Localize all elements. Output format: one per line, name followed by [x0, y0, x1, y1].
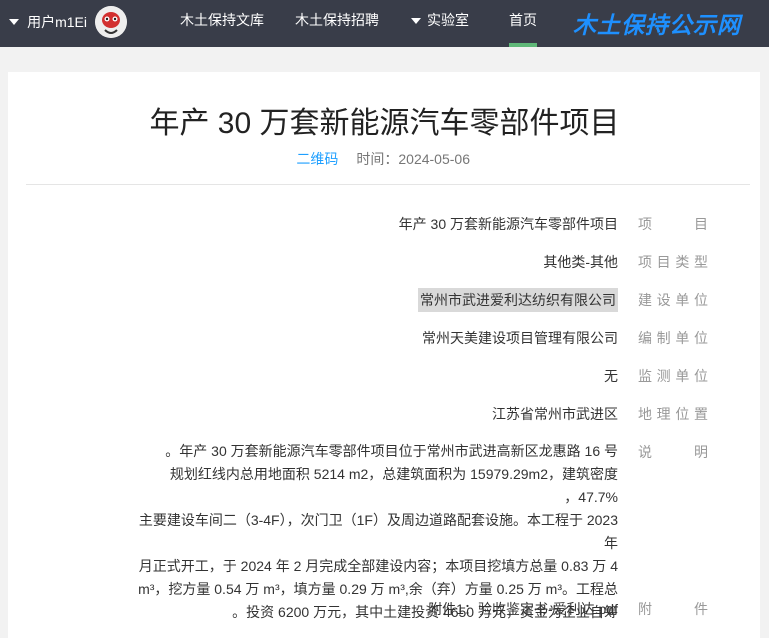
field-label: 附件 — [638, 601, 708, 617]
user-menu[interactable]: 用户m1Ei — [9, 5, 127, 39]
qrcode-link[interactable]: 二维码 — [296, 149, 338, 169]
field-label: 建设单位 — [638, 292, 708, 308]
chevron-down-icon — [9, 19, 20, 25]
field-value: 年产 30 万套新能源汽车零部件项目 — [398, 216, 618, 232]
description-line: 4 月正式开工，于 2024 年 2 月完成全部建设内容；本项目挖填方总量 0.… — [138, 558, 618, 574]
field-label: 编制单位 — [638, 330, 708, 346]
divider — [26, 184, 750, 185]
article-meta: 时间：2024-05-06 二维码 — [296, 149, 470, 169]
field-value: 江苏省常州市武进区 — [492, 406, 618, 422]
chevron-down-icon — [411, 18, 421, 25]
attachment-link[interactable]: 附件1：验收鉴定书-爱利达.pdf — [428, 597, 618, 621]
nav-library[interactable]: 木土保持文库 — [180, 0, 264, 47]
article-card: 年产 30 万套新能源汽车零部件项目 时间：2024-05-06 二维码 项目 … — [8, 72, 760, 638]
nav-home[interactable]: 首页 — [509, 0, 537, 47]
field-value-highlighted: 常州市武进爱利达纺织有限公司 — [418, 288, 618, 312]
description-line: 年产 30 万套新能源汽车零部件项目位于常州市武进高新区龙惠路 16 号。 — [165, 443, 618, 459]
avatar — [95, 6, 127, 38]
field-value: 无 — [604, 368, 618, 384]
avatar-image-icon — [95, 6, 127, 38]
field-label: 项目 — [638, 216, 708, 232]
description-line: 规划红线内总用地面积 5214 m2，总建筑面积为 15979.29m2，建筑密… — [169, 466, 618, 505]
top-navbar: 木土保持公示网 首页 实验室 木土保持招聘 木土保持文库 用户m1Ei — [0, 0, 769, 47]
publish-time: 时间：2024-05-06 — [356, 149, 470, 169]
nav-lab-label: 实验室 — [427, 12, 469, 28]
field-value: 常州天美建设项目管理有限公司 — [422, 330, 618, 346]
site-logo[interactable]: 木土保持公示网 — [573, 6, 741, 40]
publish-time-value: 2024-05-06 — [398, 151, 470, 167]
description-line: 主要建设车间二（3-4F），次门卫（1F）及周边道路配套设施。本工程于 2023… — [138, 512, 618, 551]
nav-lab-dropdown[interactable]: 实验室 — [411, 0, 469, 47]
field-label: 说明 — [638, 444, 708, 460]
nav-recruit[interactable]: 木土保持招聘 — [295, 0, 379, 47]
field-label: 监测单位 — [638, 368, 708, 384]
publish-time-label: 时间： — [356, 151, 399, 167]
page-title: 年产 30 万套新能源汽车零部件项目 — [149, 107, 620, 140]
field-label: 地理位置 — [638, 406, 708, 422]
user-name: 用户m1Ei — [27, 14, 87, 30]
field-label: 项目类型 — [638, 254, 708, 270]
field-value: 其他类-其他 — [543, 254, 618, 270]
